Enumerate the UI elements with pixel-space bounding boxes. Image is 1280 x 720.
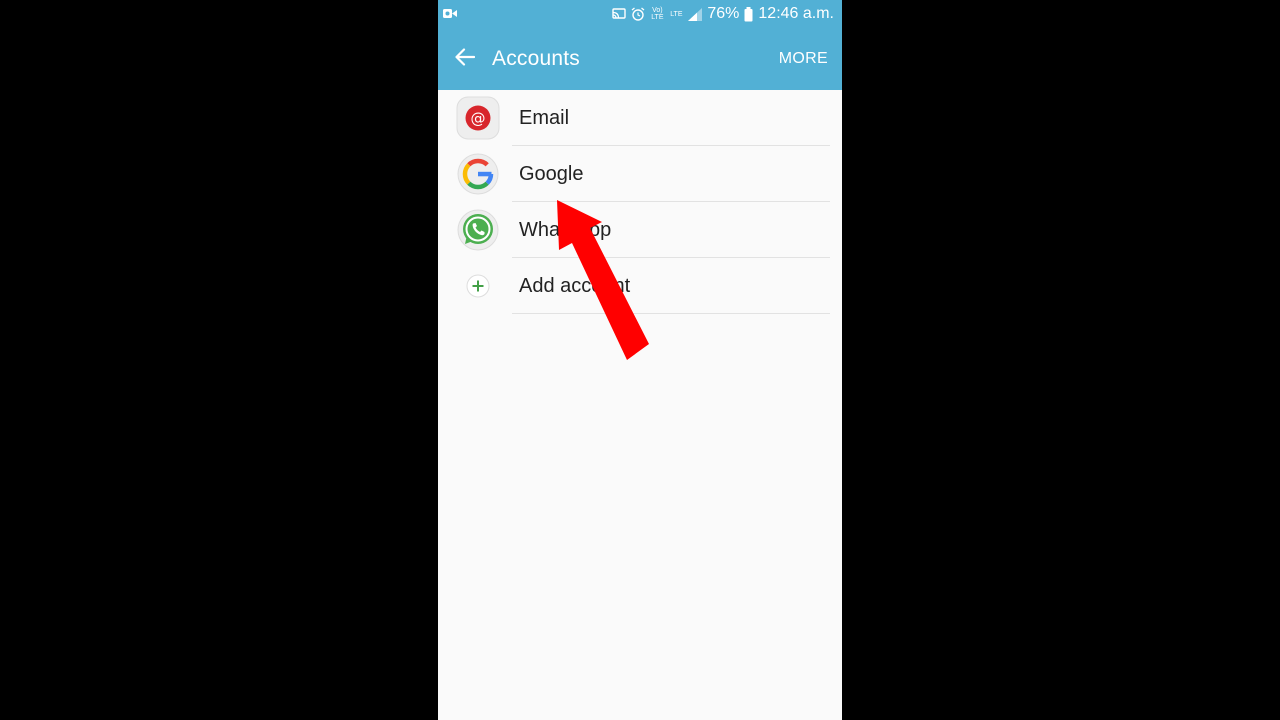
signal-icon	[688, 7, 703, 21]
svg-text:@: @	[471, 110, 486, 128]
account-item-email[interactable]: @ Email	[438, 90, 842, 146]
app-bar: Accounts MORE	[438, 28, 842, 90]
back-button[interactable]	[450, 45, 480, 73]
clock: 12:46 a.m.	[758, 5, 834, 22]
plus-icon	[456, 264, 500, 308]
whatsapp-icon	[456, 208, 500, 252]
status-bar: Vo) LTE LTE 76% 12:46 a.m.	[438, 0, 842, 28]
battery-icon	[744, 6, 753, 22]
annotation-arrow-icon	[557, 200, 649, 360]
arrow-left-icon	[455, 47, 476, 71]
account-item-label: Google	[519, 163, 584, 185]
alarm-icon	[631, 7, 645, 21]
more-button[interactable]: MORE	[779, 50, 828, 68]
video-record-icon	[443, 7, 457, 20]
email-app-icon: @	[456, 96, 500, 140]
account-item-label: Email	[519, 107, 570, 129]
google-icon	[456, 152, 500, 196]
battery-percent: 76%	[707, 5, 740, 22]
cast-icon	[612, 8, 627, 20]
page-title: Accounts	[492, 47, 580, 70]
lte-indicator: LTE	[670, 10, 683, 18]
volte-indicator: Vo) LTE	[651, 7, 664, 21]
phone-screen: Vo) LTE LTE 76% 12:46 a.m. Accounts MORE…	[438, 0, 842, 720]
